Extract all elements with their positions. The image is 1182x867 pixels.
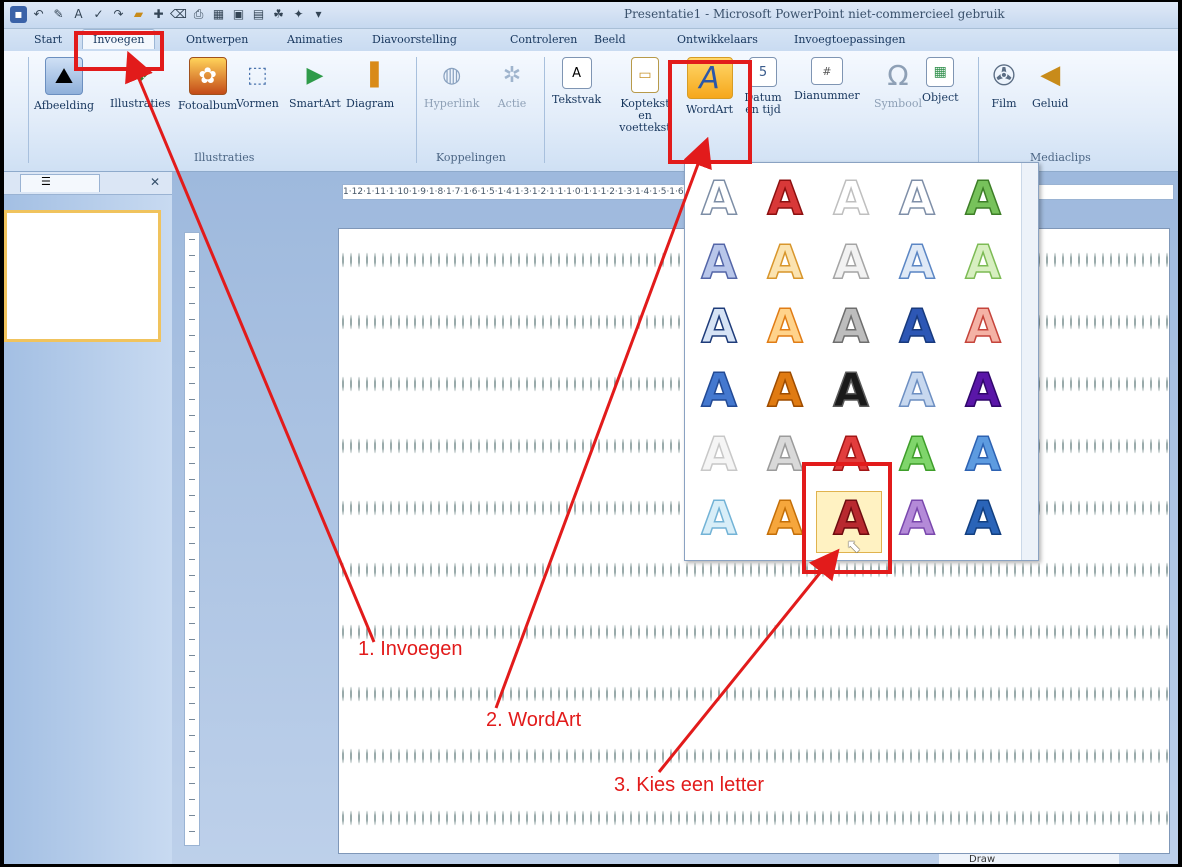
arrow-letter <box>657 548 840 773</box>
powerpoint-window: ▪ ↶ ✎ A ✓ ↷ ▰ ✚ ⌫ ⎙ ▦ ▣ ▤ ☘ ✦ ▾ Presenta… <box>4 2 1178 864</box>
annotation-step3: 3. Kies een letter <box>614 774 765 796</box>
annotation-arrows <box>125 50 840 773</box>
arrow-invoegen <box>125 50 376 643</box>
annotation-step1: 1. Invoegen <box>358 638 463 660</box>
arrow-wordart <box>494 136 712 709</box>
annotation-step2: 2. WordArt <box>486 709 582 731</box>
mouse-cursor-icon: ⬉ <box>846 536 862 557</box>
